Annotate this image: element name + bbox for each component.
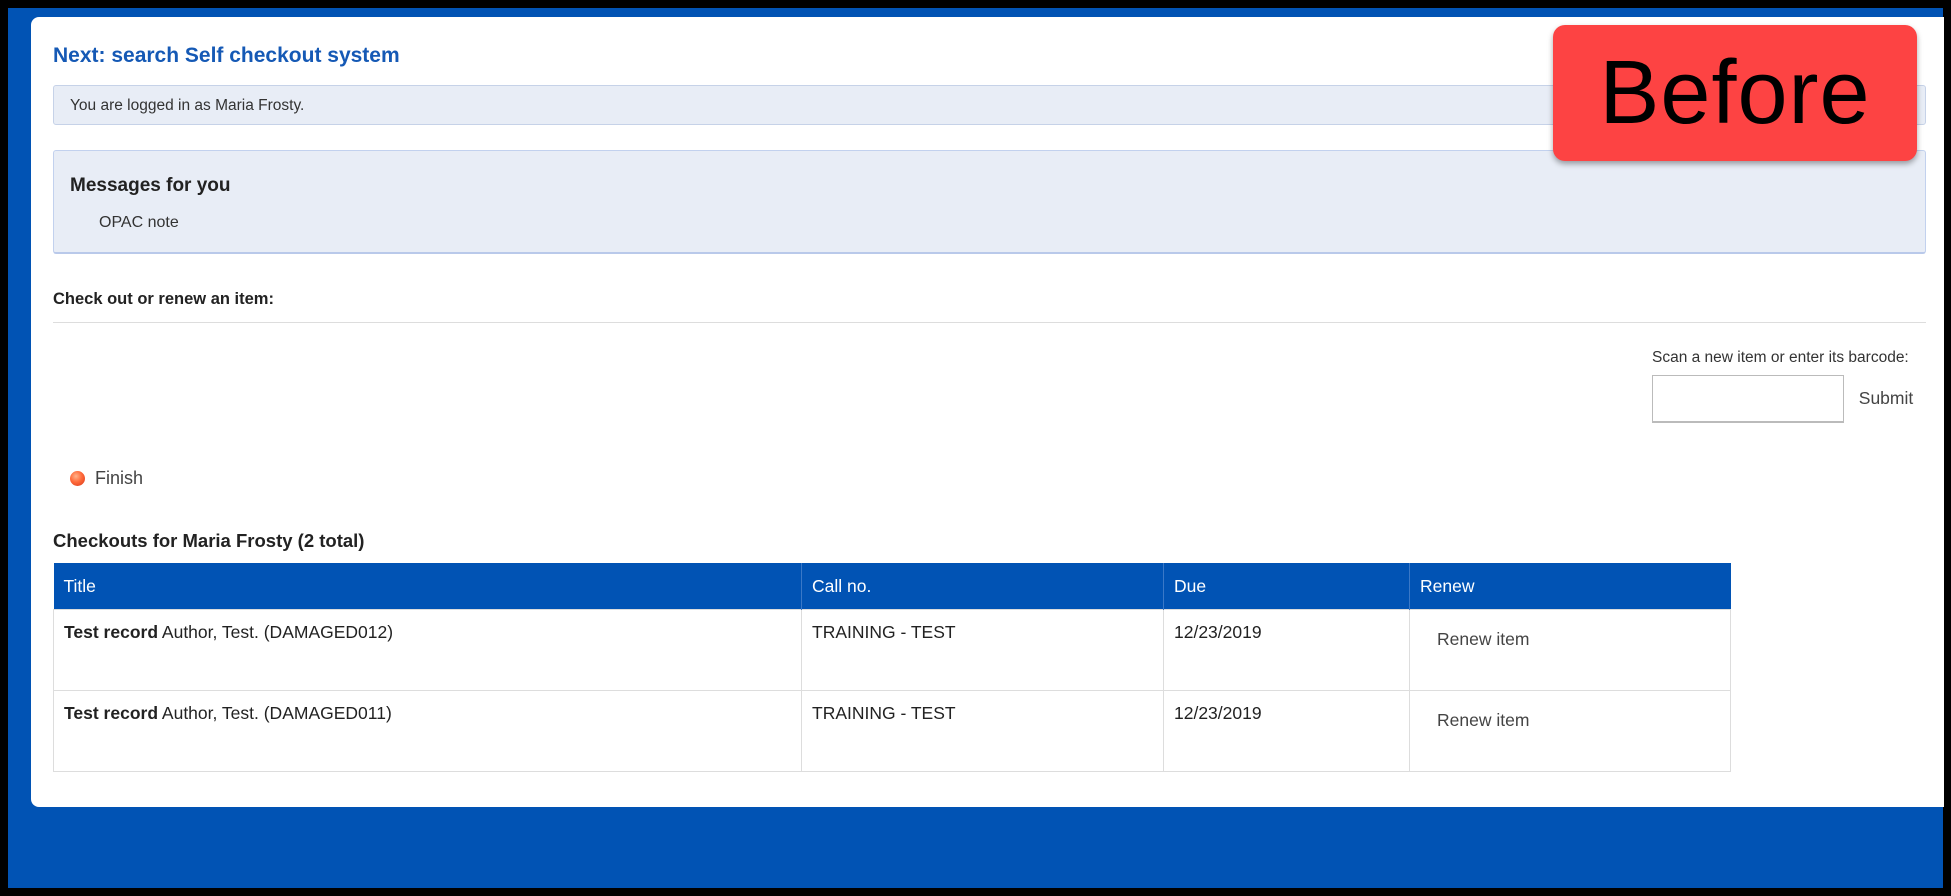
table-row: Test record Author, Test. (DAMAGED012) T… xyxy=(53,609,1731,691)
messages-box: Messages for you OPAC note xyxy=(53,150,1926,254)
barcode-input[interactable] xyxy=(1652,375,1844,423)
call-no-cell: TRAINING - TEST xyxy=(801,690,1164,772)
call-no-cell: TRAINING - TEST xyxy=(801,609,1164,691)
page-title: Next: search Self checkout system xyxy=(53,44,400,67)
due-cell: 12/23/2019 xyxy=(1163,609,1410,691)
due-cell: 12/23/2019 xyxy=(1163,690,1410,772)
before-badge-label: Before xyxy=(1599,42,1871,143)
renew-item-button[interactable]: Renew item xyxy=(1437,710,1529,731)
title-rest: Author, Test. (DAMAGED011) xyxy=(158,703,392,723)
title-bold: Test record xyxy=(64,622,159,642)
column-header-renew: Renew xyxy=(1409,563,1731,610)
column-header-title: Title xyxy=(53,563,802,610)
checkout-section-heading: Check out or renew an item: xyxy=(53,290,274,308)
finish-label: Finish xyxy=(95,467,144,488)
title-bold: Test record xyxy=(64,703,159,723)
table-header-row: Title Call no. Due Renew xyxy=(53,563,1731,610)
title-cell: Test record Author, Test. (DAMAGED012) xyxy=(53,609,802,691)
message-item: OPAC note xyxy=(99,214,179,231)
renew-cell: Renew item xyxy=(1409,690,1731,772)
checkouts-heading: Checkouts for Maria Frosty (2 total) xyxy=(53,530,365,551)
submit-button[interactable]: Submit xyxy=(1846,381,1926,415)
finish-button[interactable]: Finish xyxy=(70,466,143,490)
barcode-label: Scan a new item or enter its barcode: xyxy=(1652,349,1909,366)
before-badge: Before xyxy=(1553,25,1917,161)
title-cell: Test record Author, Test. (DAMAGED011) xyxy=(53,690,802,772)
section-divider xyxy=(53,322,1926,323)
renew-cell: Renew item xyxy=(1409,609,1731,691)
column-header-due: Due xyxy=(1163,563,1410,610)
title-rest: Author, Test. (DAMAGED012) xyxy=(158,622,394,642)
orange-dot-icon xyxy=(70,470,85,486)
column-header-call-no: Call no. xyxy=(801,563,1164,610)
messages-heading: Messages for you xyxy=(70,175,231,196)
renew-item-button[interactable]: Renew item xyxy=(1437,629,1529,650)
checkouts-table: Title Call no. Due Renew Test record Aut… xyxy=(53,563,1731,772)
login-status-text: You are logged in as Maria Frosty. xyxy=(70,97,305,114)
table-row: Test record Author, Test. (DAMAGED011) T… xyxy=(53,690,1731,772)
